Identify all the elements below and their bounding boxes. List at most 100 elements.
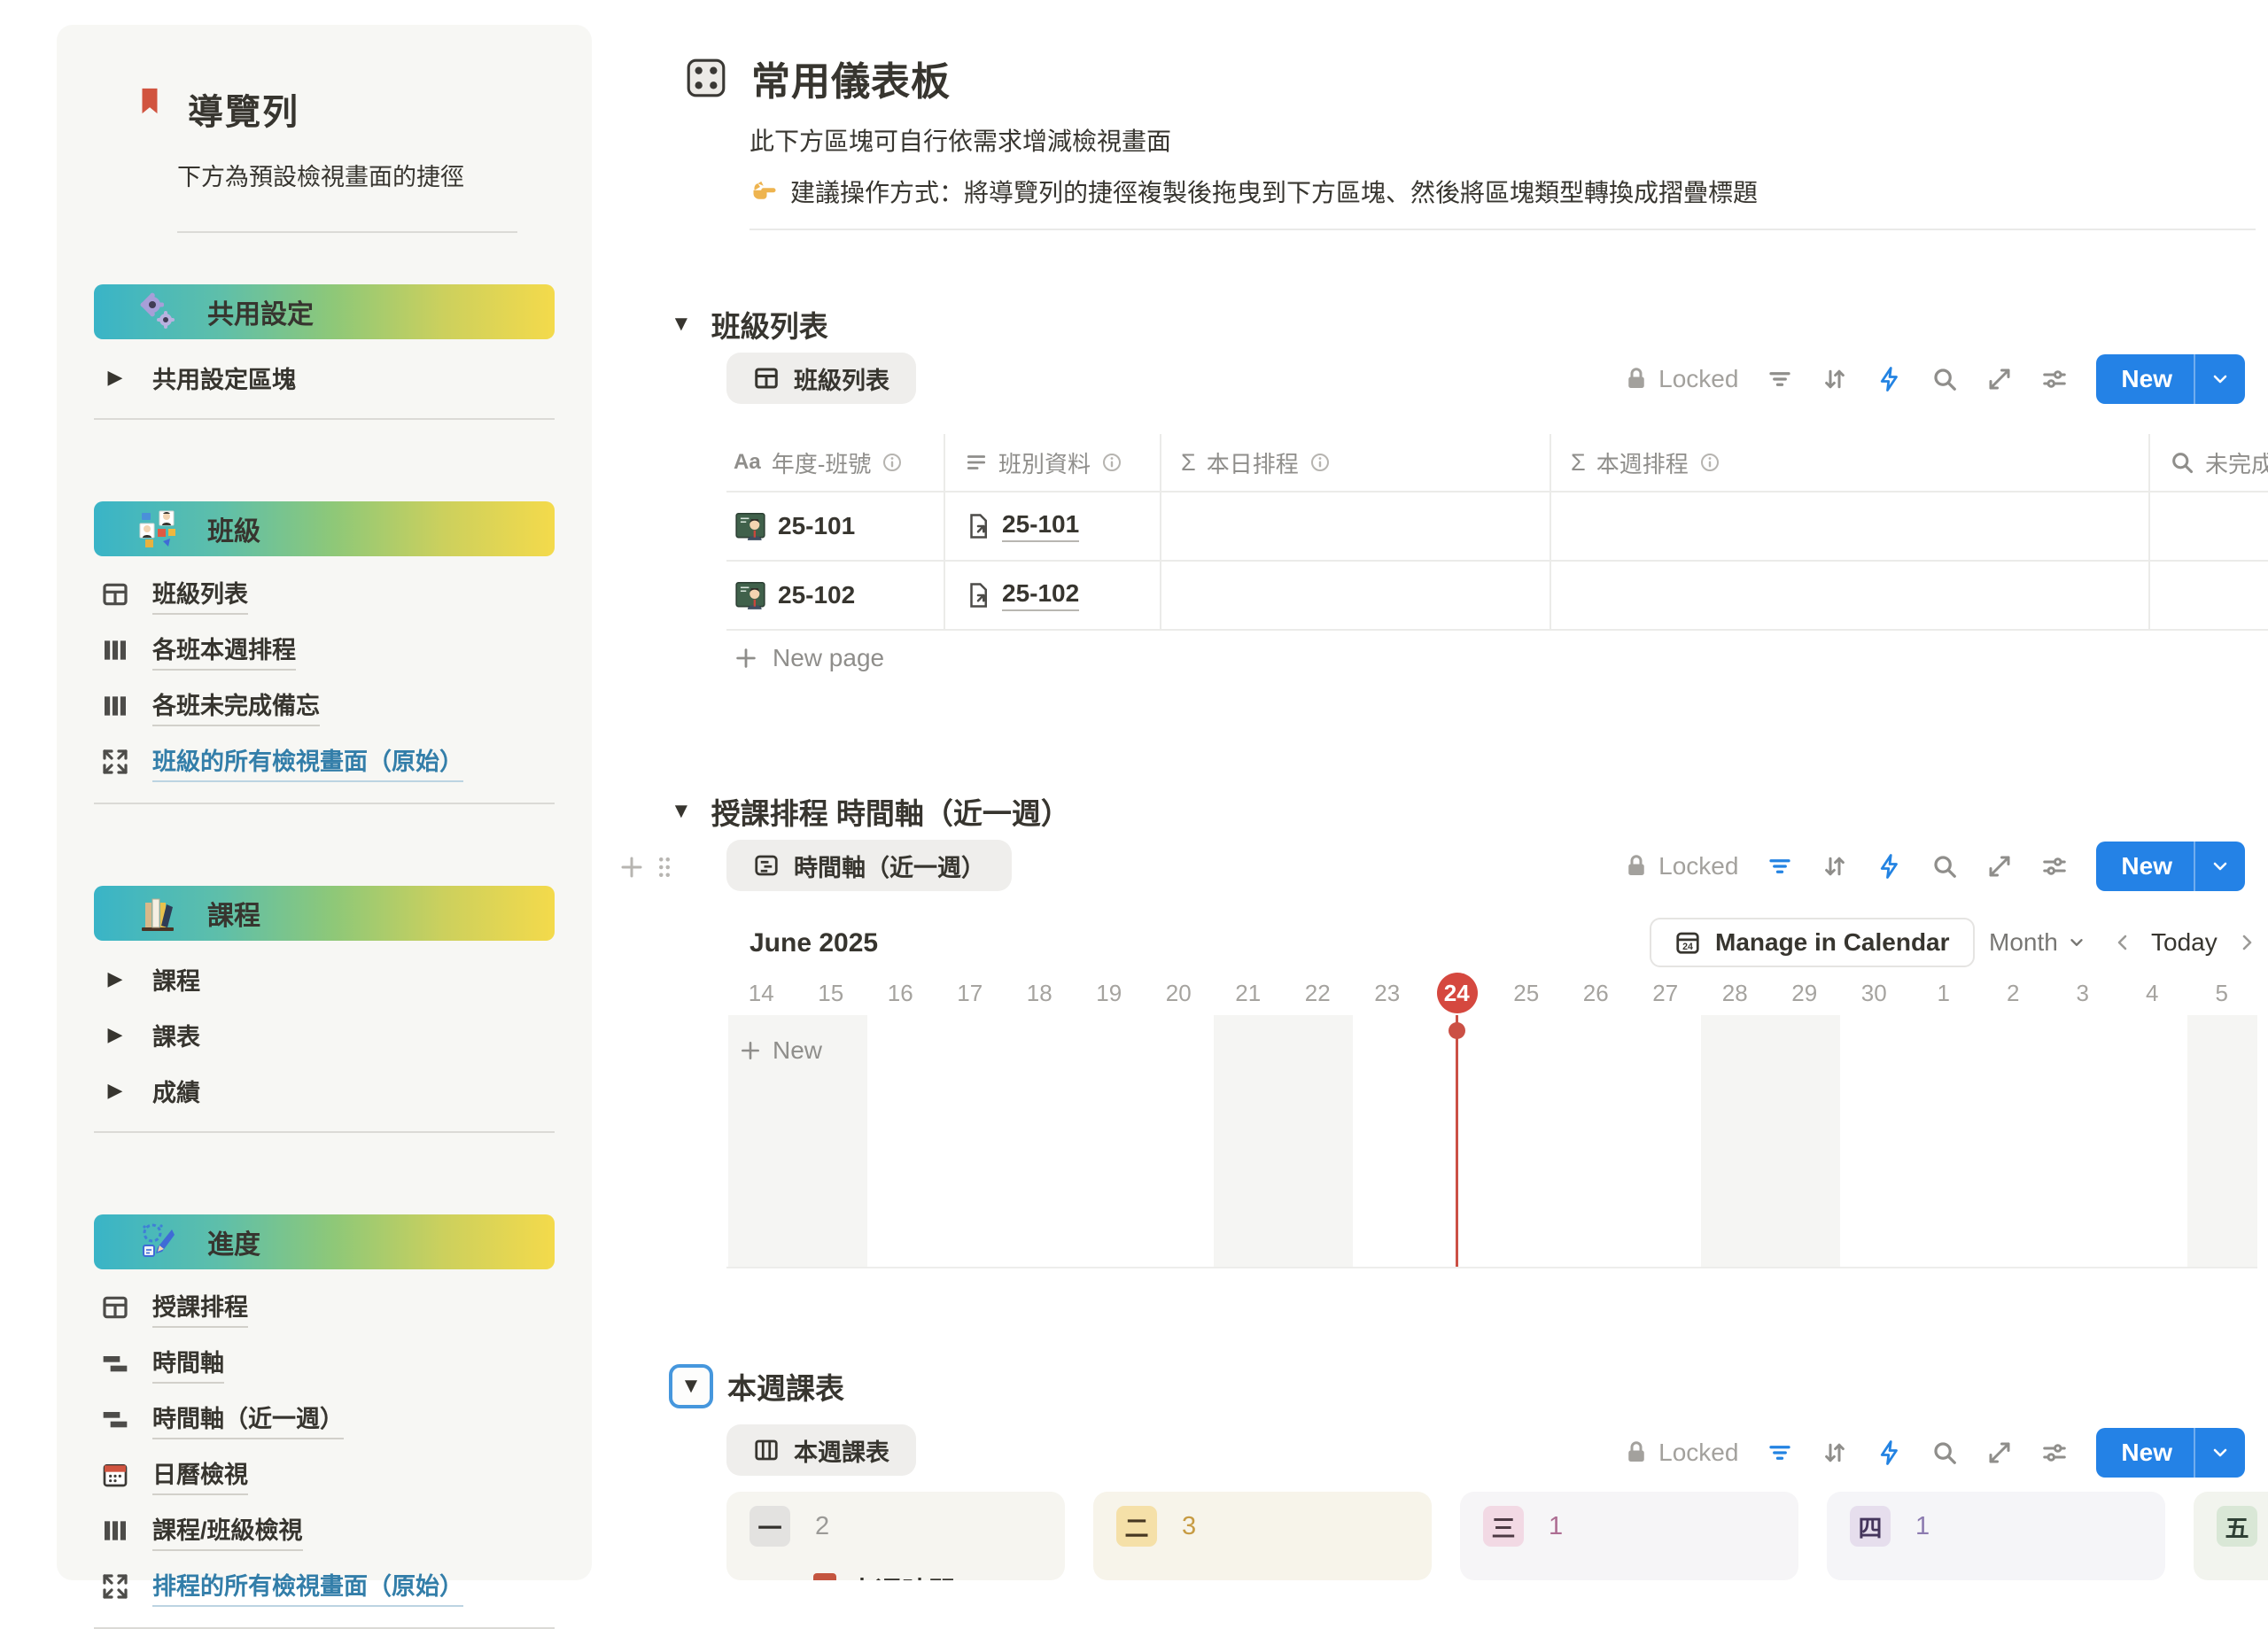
sidebar-item-class-unfinished-memo[interactable]: 各班未完成備忘: [94, 688, 555, 724]
filter-icon[interactable]: [1767, 853, 1793, 880]
kanban-column-friday[interactable]: 五: [2194, 1492, 2268, 1580]
page-mention-link[interactable]: 25-102: [1002, 579, 1079, 611]
new-button[interactable]: New: [2096, 1428, 2245, 1478]
timeline-view-tab[interactable]: 時間軸（近一週）: [726, 840, 1012, 891]
column-header-unfinished[interactable]: 未完成備: [2148, 434, 2268, 491]
sidebar-item-teaching-schedule[interactable]: 授課排程: [94, 1290, 555, 1325]
sort-icon[interactable]: [1821, 1439, 1848, 1466]
day-chip[interactable]: 五: [2217, 1506, 2257, 1547]
row-title[interactable]: 25-102: [778, 581, 855, 609]
date-cell[interactable]: 26: [1561, 971, 1631, 1015]
filter-icon[interactable]: [1767, 366, 1793, 392]
add-block-icon[interactable]: [618, 854, 645, 880]
empty-cell[interactable]: [1550, 493, 2148, 560]
table-row[interactable]: 25-102 25-102: [726, 562, 2268, 631]
date-cell[interactable]: 16: [866, 971, 936, 1015]
chevron-down-icon[interactable]: [2195, 1442, 2245, 1463]
search-icon[interactable]: [1931, 853, 1958, 880]
toggle-right-icon[interactable]: ▶: [101, 1023, 129, 1046]
date-cell[interactable]: 2: [1978, 971, 2048, 1015]
sliders-icon[interactable]: [2041, 853, 2068, 880]
toggle-right-icon[interactable]: ▶: [101, 366, 129, 389]
new-page-button[interactable]: New page: [726, 631, 2268, 686]
toggle-down-icon[interactable]: ▼: [671, 799, 692, 824]
sidebar-item-class-all-views[interactable]: 班級的所有檢視畫面（原始）: [94, 744, 555, 780]
date-cell[interactable]: 1: [1909, 971, 1979, 1015]
locked-indicator[interactable]: Locked: [1623, 852, 1738, 880]
date-cell[interactable]: 17: [936, 971, 1006, 1015]
sidebar-item-shared-settings-block[interactable]: ▶ 共用設定區塊: [94, 360, 555, 395]
date-cell[interactable]: 30: [1839, 971, 1909, 1015]
column-header-title[interactable]: Aa 年度-班號: [726, 434, 944, 491]
date-cell[interactable]: 29: [1770, 971, 1840, 1015]
today-button[interactable]: Today: [2151, 928, 2218, 957]
sidebar-item-calendar-view[interactable]: 日曆檢視: [94, 1457, 555, 1493]
new-button[interactable]: New: [2096, 842, 2245, 891]
expand-diagonal-icon[interactable]: [1986, 853, 2013, 880]
sidebar-item-schedule-all-views[interactable]: 排程的所有檢視畫面（原始）: [94, 1569, 555, 1604]
date-cell[interactable]: 22: [1283, 971, 1353, 1015]
chevron-down-icon[interactable]: [2195, 856, 2245, 877]
date-cell[interactable]: 15: [796, 971, 866, 1015]
sliders-icon[interactable]: [2041, 366, 2068, 392]
date-cell[interactable]: 28: [1700, 971, 1770, 1015]
column-header-class-data[interactable]: 班別資料: [944, 434, 1160, 491]
timeline-zoom-select[interactable]: Month: [1989, 928, 2086, 957]
sidebar-item-timeline-recent-week[interactable]: 時間軸（近一週）: [94, 1401, 555, 1437]
empty-cell[interactable]: [1160, 562, 1550, 629]
row-title[interactable]: 25-101: [778, 512, 855, 540]
sidebar-item-grades[interactable]: ▶ 成績: [94, 1073, 555, 1108]
kanban-column-tuesday[interactable]: 二 3: [1093, 1492, 1432, 1580]
date-cell[interactable]: 21: [1214, 971, 1284, 1015]
sidebar-item-course-class-view[interactable]: 課程/班級檢視: [94, 1513, 555, 1548]
sidebar-item-class-week-schedule[interactable]: 各班本週排程: [94, 632, 555, 668]
prev-period-icon[interactable]: [2112, 932, 2133, 953]
empty-cell[interactable]: [1160, 493, 1550, 560]
drag-handle-icon[interactable]: [656, 854, 673, 880]
class-view-tab[interactable]: 班級列表: [726, 353, 916, 404]
date-cell[interactable]: 23: [1353, 971, 1423, 1015]
toggle-down-focused[interactable]: ▼: [669, 1364, 713, 1408]
week-view-tab[interactable]: 本週課表: [726, 1424, 916, 1476]
date-cell[interactable]: 19: [1075, 971, 1145, 1015]
empty-cell[interactable]: [2148, 493, 2268, 560]
manage-in-calendar-button[interactable]: Manage in Calendar: [1650, 918, 1975, 967]
date-cell[interactable]: 25: [1492, 971, 1562, 1015]
zap-icon[interactable]: [1876, 1439, 1903, 1466]
column-header-today-schedule[interactable]: Σ 本日排程: [1160, 434, 1550, 491]
sidebar-item-timeline[interactable]: 時間軸: [94, 1346, 555, 1381]
empty-cell[interactable]: [1550, 562, 2148, 629]
new-button[interactable]: New: [2096, 354, 2245, 404]
sort-icon[interactable]: [1821, 366, 1848, 392]
day-chip[interactable]: 二: [1116, 1506, 1157, 1547]
toggle-right-icon[interactable]: ▶: [101, 967, 129, 990]
search-icon[interactable]: [1931, 366, 1958, 392]
empty-cell[interactable]: [2148, 562, 2268, 629]
column-header-week-schedule[interactable]: Σ 本週排程: [1550, 434, 2148, 491]
day-chip[interactable]: 三: [1483, 1506, 1524, 1547]
date-cell[interactable]: 5: [2187, 971, 2257, 1015]
expand-diagonal-icon[interactable]: [1986, 1439, 2013, 1466]
next-period-icon[interactable]: [2236, 932, 2257, 953]
date-cell[interactable]: 20: [1144, 971, 1214, 1015]
page-mention-link[interactable]: 25-101: [1002, 510, 1079, 542]
date-cell[interactable]: 14: [726, 971, 796, 1015]
zap-icon[interactable]: [1876, 366, 1903, 392]
date-cell[interactable]: 27: [1631, 971, 1701, 1015]
sidebar-item-class-list[interactable]: 班級列表: [94, 577, 555, 612]
sidebar-item-course-table[interactable]: ▶ 課表: [94, 1017, 555, 1052]
locked-indicator[interactable]: Locked: [1623, 1439, 1738, 1467]
timeline-new-button[interactable]: New: [739, 1036, 822, 1065]
search-icon[interactable]: [1931, 1439, 1958, 1466]
sort-icon[interactable]: [1821, 853, 1848, 880]
date-cell[interactable]: 3: [2048, 971, 2118, 1015]
toggle-right-icon[interactable]: ▶: [101, 1079, 129, 1102]
zap-icon[interactable]: [1876, 853, 1903, 880]
table-row[interactable]: 25-101 25-101: [726, 493, 2268, 562]
chevron-down-icon[interactable]: [2195, 368, 2245, 390]
expand-diagonal-icon[interactable]: [1986, 366, 2013, 392]
kanban-column-wednesday[interactable]: 三 1: [1460, 1492, 1798, 1580]
toggle-down-icon[interactable]: ▼: [671, 312, 692, 337]
sidebar-item-courses[interactable]: ▶ 課程: [94, 961, 555, 997]
sliders-icon[interactable]: [2041, 1439, 2068, 1466]
